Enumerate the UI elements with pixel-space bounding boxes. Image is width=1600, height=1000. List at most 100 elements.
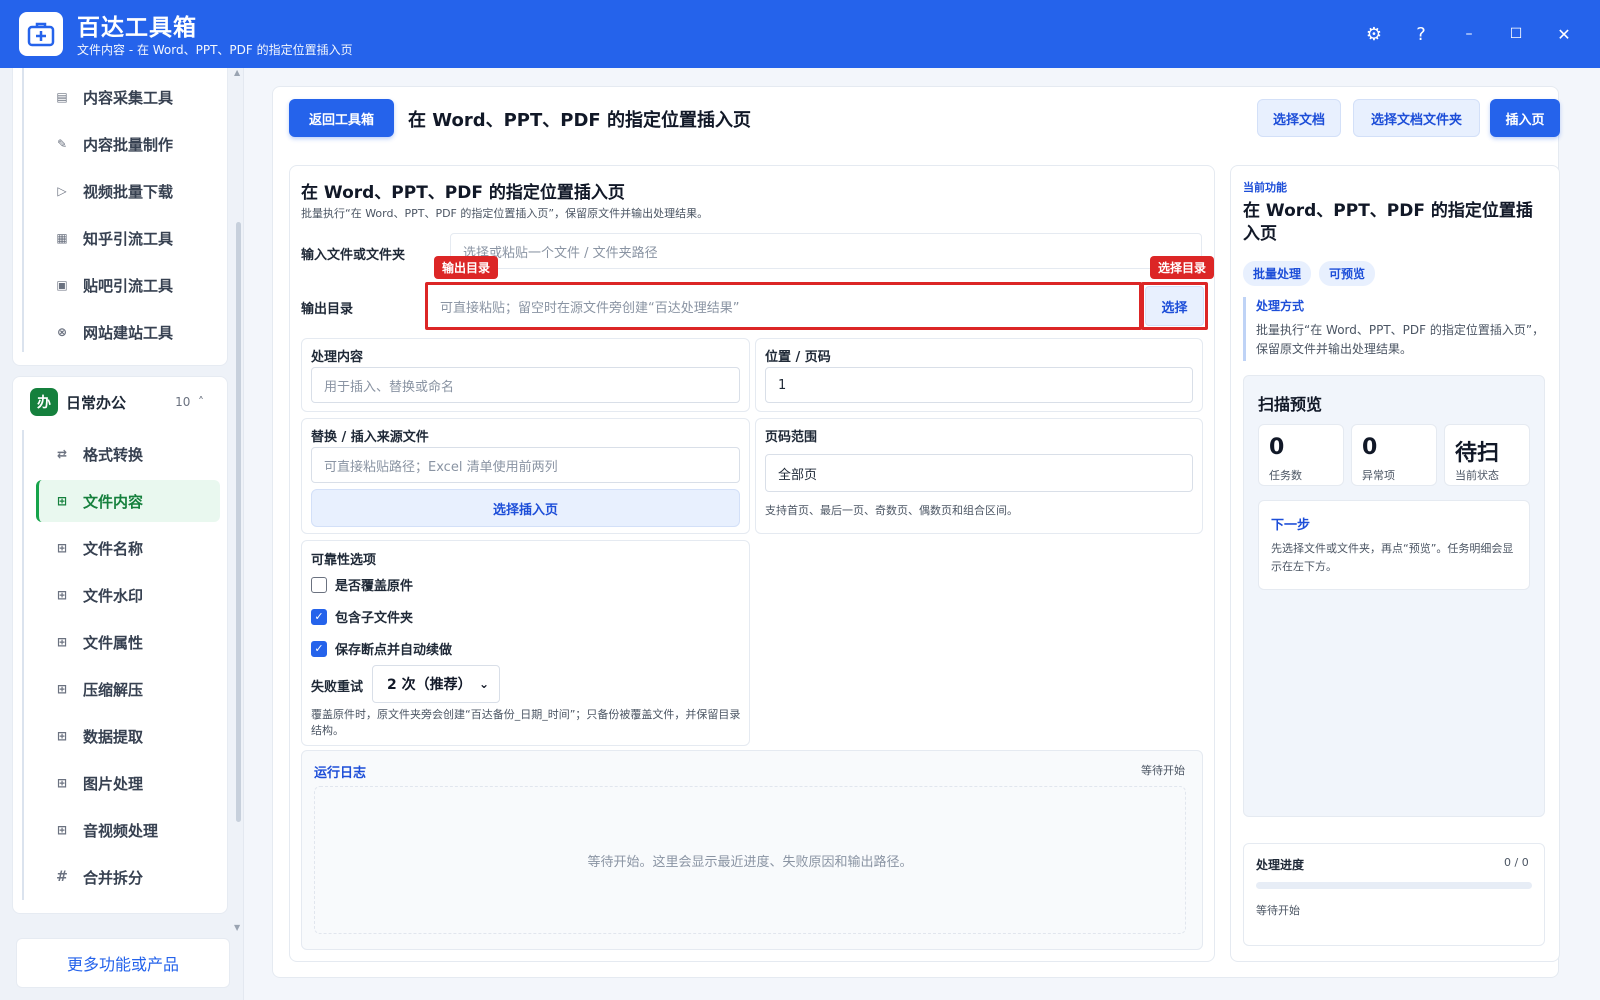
choose-highlight-box — [1141, 282, 1208, 330]
position-title: 位置 / 页码 — [765, 350, 831, 365]
progress-count: 0 / 0 — [1504, 856, 1529, 869]
sidebar-item-video-download[interactable]: ▷ 视频批量下载 — [36, 170, 220, 212]
sidebar-group-office[interactable]: 办 日常办公 10 ˄ — [30, 384, 220, 420]
tree-line — [22, 430, 24, 900]
sidebar-item-format-convert[interactable]: ⇄ 格式转换 — [36, 433, 220, 475]
collapse-chevron-icon: ˄ — [198, 395, 204, 409]
sidebar-item-merge-split[interactable]: # 合并拆分 — [36, 856, 220, 898]
sidebar-item-website[interactable]: ⊗ 网站建站工具 — [36, 311, 220, 353]
method-accent-bar — [1243, 297, 1246, 361]
insert-page-button[interactable]: 插入页 — [1490, 99, 1560, 137]
group-count: 10 ˄ — [175, 395, 204, 409]
input-path-field[interactable]: 选择或粘贴一个文件 / 文件夹路径 — [450, 233, 1202, 269]
source-title: 替换 / 插入来源文件 — [311, 430, 429, 445]
resume-checkbox[interactable]: ✓ — [311, 640, 327, 657]
select-insert-page-button[interactable]: 选择插入页 — [311, 489, 740, 527]
zhihu-icon: ▦ — [56, 231, 68, 245]
group-title: 日常办公 — [66, 393, 127, 412]
grid-icon: ⊞ — [56, 588, 68, 602]
overwrite-checkbox[interactable] — [311, 576, 327, 593]
resume-checkbox-row[interactable]: ✓ 保存断点并自动续做 — [311, 639, 452, 658]
sidebar-item-content-collect[interactable]: ▤ 内容采集工具 — [36, 76, 220, 118]
sidebar-item-av[interactable]: ⊞ 音视频处理 — [36, 809, 220, 851]
grid-icon: ⊞ — [56, 823, 68, 837]
sidebar-item-content-batch[interactable]: ✎ 内容批量制作 — [36, 123, 220, 165]
subfolder-checkbox-row[interactable]: ✓ 包含子文件夹 — [311, 607, 413, 626]
more-products-button[interactable]: 更多功能或产品 — [16, 938, 230, 988]
scroll-up-arrow-icon[interactable]: ▲ — [234, 68, 240, 77]
output-dir-tag: 输出目录 — [434, 256, 499, 279]
sidebar-item-tieba[interactable]: ▣ 贴吧引流工具 — [36, 264, 220, 306]
feature-title: 在 Word、PPT、PDF 的指定位置插入页 — [1243, 201, 1533, 244]
reliability-title: 可靠性选项 — [311, 553, 377, 568]
pen-icon: ✎ — [56, 137, 68, 151]
retry-select[interactable]: 2 次（推荐） ⌄ — [372, 665, 500, 703]
range-hint: 支持首页、最后一页、奇数页、偶数页和组合区间。 — [765, 504, 1018, 517]
grid-icon: ⊞ — [56, 635, 68, 649]
form-description: 批量执行“在 Word、PPT、PDF 的指定位置插入页”，保留原文件并输出处理… — [301, 207, 709, 220]
sidebar-scrollbar[interactable] — [236, 222, 241, 822]
video-icon: ▷ — [57, 184, 67, 198]
grid-icon: ⊞ — [56, 494, 68, 508]
source-path-input[interactable]: 可直接粘贴路径；Excel 清单使用前两列 — [311, 447, 740, 483]
stat-errors: 0 异常项 — [1351, 424, 1437, 486]
minimize-button[interactable]: – — [1453, 18, 1485, 50]
retry-label: 失败重试 — [311, 680, 364, 695]
log-status: 等待开始 — [1141, 764, 1185, 777]
progress-bar — [1256, 882, 1532, 889]
sidebar-item-watermark[interactable]: ⊞ 文件水印 — [36, 574, 220, 616]
content-input[interactable]: 用于插入、替换或命名 — [311, 367, 740, 403]
sidebar-item-image[interactable]: ⊞ 图片处理 — [36, 762, 220, 804]
page-range-input[interactable]: 全部页 — [765, 454, 1193, 492]
scroll-down-arrow-icon[interactable]: ▼ — [234, 923, 240, 932]
app-subtitle: 文件内容 - 在 Word、PPT、PDF 的指定位置插入页 — [77, 43, 353, 57]
form-title: 在 Word、PPT、PDF 的指定位置插入页 — [301, 183, 625, 203]
current-feature-label: 当前功能 — [1243, 181, 1287, 194]
output-label: 输出目录 — [301, 302, 354, 317]
progress-label: 处理进度 — [1256, 858, 1305, 872]
next-step-desc: 先选择文件或文件夹，再点“预览”。任务明细会显示在左下方。 — [1271, 542, 1514, 573]
sidebar-item-file-props[interactable]: ⊞ 文件属性 — [36, 621, 220, 663]
hash-icon: # — [56, 869, 68, 885]
subfolder-checkbox[interactable]: ✓ — [311, 608, 327, 625]
scan-preview-title: 扫描预览 — [1258, 395, 1323, 414]
tree-line — [22, 68, 24, 352]
overwrite-checkbox-row[interactable]: 是否覆盖原件 — [311, 575, 413, 594]
page-title: 在 Word、PPT、PDF 的指定位置插入页 — [408, 110, 751, 131]
title-bar: 百达工具箱 文件内容 - 在 Word、PPT、PDF 的指定位置插入页 ⚙ ?… — [0, 0, 1600, 68]
grid-icon: ⊞ — [56, 776, 68, 790]
sidebar-item-compress[interactable]: ⊞ 压缩解压 — [36, 668, 220, 710]
chip-batch: 批量处理 — [1243, 261, 1312, 286]
choose-dir-tag: 选择目录 — [1150, 256, 1215, 279]
stat-status: 待扫 当前状态 — [1444, 424, 1530, 486]
sidebar-item-data-extract[interactable]: ⊞ 数据提取 — [36, 715, 220, 757]
log-empty-state: 等待开始。这里会显示最近进度、失败原因和输出路径。 — [314, 786, 1186, 934]
tieba-icon: ▣ — [56, 278, 68, 292]
select-document-button[interactable]: 选择文档 — [1257, 99, 1341, 137]
select-folder-button[interactable]: 选择文档文件夹 — [1353, 99, 1480, 137]
collect-icon: ▤ — [56, 90, 68, 104]
sidebar-item-file-name[interactable]: ⊞ 文件名称 — [36, 527, 220, 569]
range-title: 页码范围 — [765, 430, 818, 445]
settings-gear-icon[interactable]: ⚙ — [1358, 18, 1390, 50]
position-input[interactable]: 1 — [765, 367, 1193, 403]
grid-icon: ⊞ — [56, 682, 68, 696]
next-step-title: 下一步 — [1271, 518, 1311, 533]
chip-preview: 可预览 — [1319, 261, 1376, 286]
stat-tasks: 0 任务数 — [1258, 424, 1344, 486]
input-label: 输入文件或文件夹 — [301, 248, 406, 263]
grid-icon: ⊞ — [56, 541, 68, 555]
log-title: 运行日志 — [314, 766, 367, 781]
toolbox-logo-icon — [19, 12, 63, 56]
help-icon[interactable]: ? — [1405, 18, 1437, 50]
close-button[interactable]: ✕ — [1548, 18, 1580, 50]
method-desc: 批量执行“在 Word、PPT、PDF 的指定位置插入页”，保留原文件并输出处理… — [1256, 323, 1545, 356]
app-title: 百达工具箱 — [77, 15, 197, 41]
back-to-toolbox-button[interactable]: 返回工具箱 — [289, 99, 394, 137]
method-label: 处理方式 — [1256, 299, 1305, 313]
sidebar-item-zhihu[interactable]: ▦ 知乎引流工具 — [36, 217, 220, 259]
maximize-button[interactable]: ☐ — [1500, 18, 1532, 50]
reliability-hint: 覆盖原件时，原文件夹旁会创建“百达备份_日期_时间”；只备份被覆盖文件，并保留目… — [311, 708, 741, 737]
sidebar-item-file-content[interactable]: ⊞ 文件内容 — [36, 480, 220, 522]
progress-status: 等待开始 — [1256, 904, 1300, 917]
